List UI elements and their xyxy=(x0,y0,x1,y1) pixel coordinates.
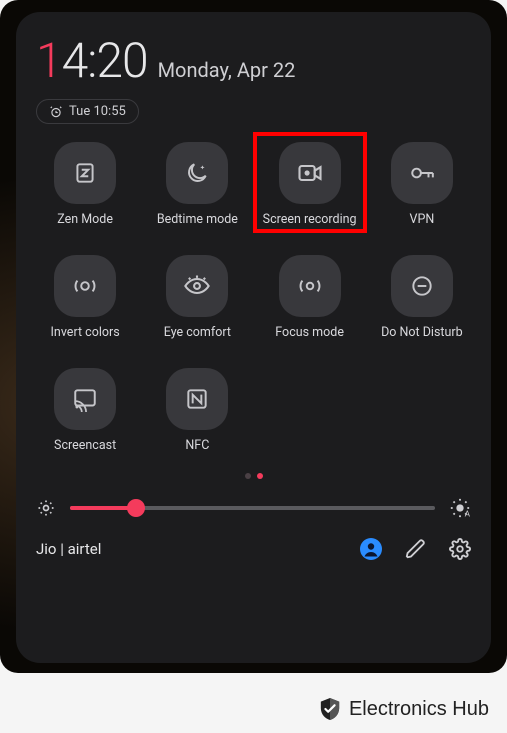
watermark-shield-icon xyxy=(319,697,341,721)
bottom-row: Jio | airtel xyxy=(36,537,471,561)
tile-zen-mode[interactable]: Zen Mode xyxy=(36,142,134,227)
zen-icon xyxy=(54,142,116,204)
clock-row: 14:20 Monday, Apr 22 xyxy=(36,32,471,89)
cast-icon xyxy=(54,368,116,430)
invert-icon xyxy=(54,255,116,317)
tile-vpn[interactable]: VPN xyxy=(373,142,471,227)
brightness-slider[interactable] xyxy=(70,506,435,510)
brightness-thumb[interactable] xyxy=(127,499,145,517)
tile-do-not-disturb[interactable]: Do Not Disturb xyxy=(373,255,471,340)
tile-label: Zen Mode xyxy=(57,212,113,227)
tile-label: Do Not Disturb xyxy=(381,325,463,340)
tile-label: VPN xyxy=(409,212,434,227)
clock-hour-accent: 1 xyxy=(36,32,62,89)
alarm-pill[interactable]: Tue 10:55 xyxy=(36,99,139,124)
tile-bedtime-mode[interactable]: Bedtime mode xyxy=(148,142,246,227)
tiles-grid: Zen Mode Bedtime mode Screen recording VPN I… xyxy=(36,142,471,453)
date-label: Monday, Apr 22 xyxy=(158,58,296,82)
edit-tiles-button[interactable] xyxy=(405,538,427,560)
settings-button[interactable] xyxy=(449,538,471,560)
quick-settings-panel: 14:20 Monday, Apr 22 Tue 10:55 Zen Mode B… xyxy=(16,12,491,663)
user-switch-button[interactable] xyxy=(359,537,383,561)
tile-label: Invert colors xyxy=(51,325,120,340)
clock-time: 14:20 xyxy=(36,32,148,89)
tile-nfc[interactable]: NFC xyxy=(148,368,246,453)
tile-label: Eye comfort xyxy=(164,325,231,340)
auto-brightness-icon[interactable]: A xyxy=(449,497,471,519)
tile-label: Screen recording xyxy=(263,212,357,227)
focus-icon xyxy=(279,255,341,317)
eye-icon xyxy=(166,255,228,317)
clock-rest: 4:20 xyxy=(62,32,148,89)
alarm-text: Tue 10:55 xyxy=(69,104,126,119)
tile-label: NFC xyxy=(185,438,209,453)
bedtime-icon xyxy=(166,142,228,204)
tile-screen-recording[interactable]: Screen recording xyxy=(261,142,359,227)
watermark: Electronics Hub xyxy=(319,697,489,721)
page-dot[interactable] xyxy=(245,473,251,479)
tile-focus-mode[interactable]: Focus mode xyxy=(261,255,359,340)
svg-text:A: A xyxy=(465,509,471,519)
bottom-actions xyxy=(359,537,471,561)
vpn-icon xyxy=(391,142,453,204)
watermark-text: Electronics Hub xyxy=(349,698,489,721)
tile-label: Screencast xyxy=(54,438,116,453)
tile-label: Focus mode xyxy=(275,325,344,340)
alarm-icon xyxy=(49,105,63,119)
tile-label: Bedtime mode xyxy=(157,212,238,227)
page-indicator xyxy=(36,473,471,479)
nfc-icon xyxy=(166,368,228,430)
carrier-label: Jio | airtel xyxy=(36,540,101,558)
tile-screencast[interactable]: Screencast xyxy=(36,368,134,453)
brightness-row: A xyxy=(36,497,471,519)
screen-record-icon xyxy=(279,142,341,204)
tile-invert-colors[interactable]: Invert colors xyxy=(36,255,134,340)
tile-eye-comfort[interactable]: Eye comfort xyxy=(148,255,246,340)
page-dot[interactable] xyxy=(257,473,263,479)
brightness-low-icon xyxy=(36,498,56,518)
dnd-icon xyxy=(391,255,453,317)
